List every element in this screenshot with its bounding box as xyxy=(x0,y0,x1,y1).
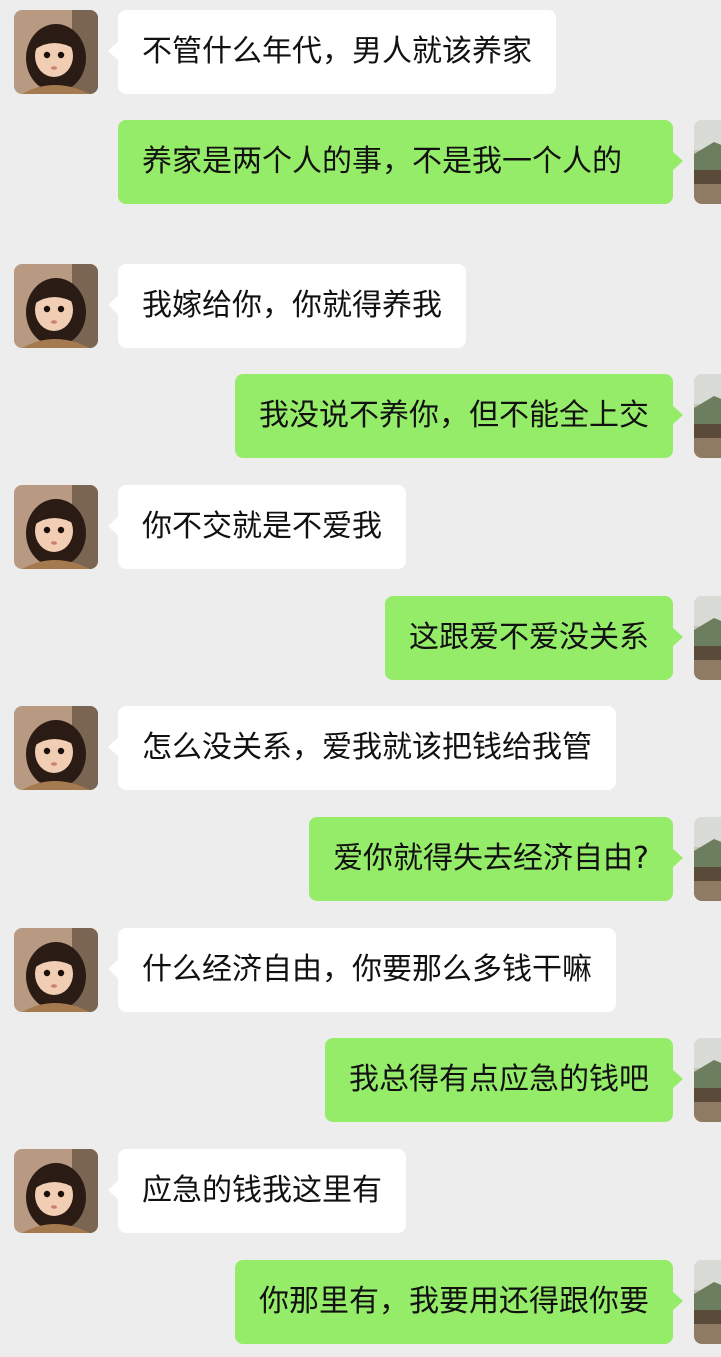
message-text: 什么经济自由，你要那么多钱干嘛 xyxy=(142,952,592,987)
message-text: 我没说不养你，但不能全上交 xyxy=(259,398,649,433)
message-text: 你不交就是不爱我 xyxy=(142,509,382,544)
landscape-photo-avatar-icon xyxy=(694,1038,721,1122)
message-text: 不管什么年代，男人就该养家 xyxy=(142,34,532,69)
message-bubble-outgoing[interactable]: 你那里有，我要用还得跟你要 xyxy=(235,1260,683,1344)
contact-avatar[interactable] xyxy=(14,10,98,94)
message-text: 我总得有点应急的钱吧 xyxy=(349,1062,649,1097)
my-avatar[interactable] xyxy=(694,374,721,458)
message-text: 养家是两个人的事，不是我一个人的 xyxy=(142,144,622,179)
message-bubble-outgoing[interactable]: 我总得有点应急的钱吧 xyxy=(325,1038,683,1122)
contact-avatar[interactable] xyxy=(14,928,98,1012)
landscape-photo-avatar-icon xyxy=(694,1260,721,1344)
contact-avatar[interactable] xyxy=(14,485,98,569)
landscape-photo-avatar-icon xyxy=(694,374,721,458)
contact-avatar[interactable] xyxy=(14,706,98,790)
my-avatar[interactable] xyxy=(694,817,721,901)
chat-message-list: 不管什么年代，男人就该养家 养家是两个人的事，不是我一个人的 我嫁给你，你就得养… xyxy=(0,0,721,1357)
child-photo-avatar-icon xyxy=(14,10,98,94)
message-bubble-outgoing[interactable]: 爱你就得失去经济自由? xyxy=(309,817,683,901)
message-bubble-incoming[interactable]: 不管什么年代，男人就该养家 xyxy=(108,10,556,94)
message-text: 这跟爱不爱没关系 xyxy=(409,620,649,655)
my-avatar[interactable] xyxy=(694,120,721,204)
message-bubble-incoming[interactable]: 什么经济自由，你要那么多钱干嘛 xyxy=(108,928,616,1012)
landscape-photo-avatar-icon xyxy=(694,596,721,680)
message-text: 你那里有，我要用还得跟你要 xyxy=(259,1284,649,1319)
child-photo-avatar-icon xyxy=(14,706,98,790)
child-photo-avatar-icon xyxy=(14,264,98,348)
message-bubble-outgoing[interactable]: 我没说不养你，但不能全上交 xyxy=(235,374,683,458)
message-bubble-incoming[interactable]: 怎么没关系，爱我就该把钱给我管 xyxy=(108,706,616,790)
my-avatar[interactable] xyxy=(694,1038,721,1122)
child-photo-avatar-icon xyxy=(14,485,98,569)
contact-avatar[interactable] xyxy=(14,1149,98,1233)
my-avatar[interactable] xyxy=(694,596,721,680)
landscape-photo-avatar-icon xyxy=(694,817,721,901)
message-bubble-outgoing[interactable]: 养家是两个人的事，不是我一个人的 xyxy=(118,120,683,204)
child-photo-avatar-icon xyxy=(14,928,98,1012)
message-bubble-incoming[interactable]: 我嫁给你，你就得养我 xyxy=(108,264,466,348)
landscape-photo-avatar-icon xyxy=(694,120,721,204)
contact-avatar[interactable] xyxy=(14,264,98,348)
message-text: 我嫁给你，你就得养我 xyxy=(142,288,442,323)
child-photo-avatar-icon xyxy=(14,1149,98,1233)
message-bubble-incoming[interactable]: 应急的钱我这里有 xyxy=(108,1149,406,1233)
message-text: 应急的钱我这里有 xyxy=(142,1173,382,1208)
message-bubble-incoming[interactable]: 你不交就是不爱我 xyxy=(108,485,406,569)
message-text: 怎么没关系，爱我就该把钱给我管 xyxy=(142,730,592,765)
message-bubble-outgoing[interactable]: 这跟爱不爱没关系 xyxy=(385,596,683,680)
my-avatar[interactable] xyxy=(694,1260,721,1344)
message-text: 爱你就得失去经济自由? xyxy=(333,841,649,876)
